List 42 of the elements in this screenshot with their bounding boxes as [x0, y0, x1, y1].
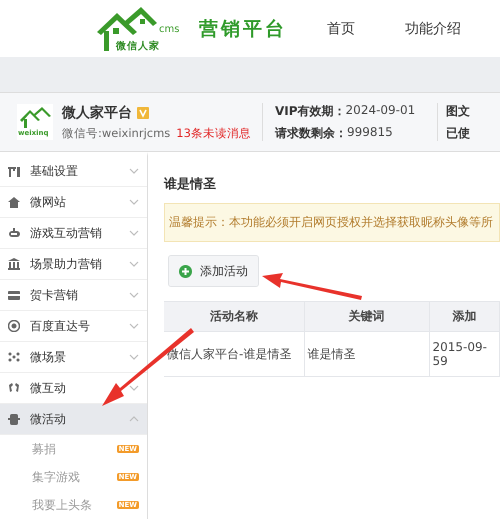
sidebar-item[interactable]: 微活动 [0, 404, 147, 435]
account-name: 微人家平台 [62, 104, 132, 122]
table-cell: 2015-09- 59 [429, 332, 500, 376]
card-icon [8, 289, 20, 301]
chevron-icon [129, 229, 139, 237]
plus-icon [179, 264, 192, 278]
notice-text: 温馨提示：本功能必须开启网页授权并选择获取昵称头像等所 [164, 203, 500, 242]
table-cell: 谁是情圣 [304, 332, 429, 376]
column-header: 添加 [429, 302, 500, 332]
platform-title: 营销平台 [199, 16, 287, 42]
bank-icon [8, 258, 20, 270]
column-header: 关键词 [304, 302, 429, 332]
scatter-icon [8, 351, 20, 363]
chevron-icon [129, 167, 139, 175]
stat-label: 图文 [446, 102, 470, 120]
chevron-icon [129, 353, 139, 361]
chevron-icon [129, 384, 139, 392]
stat-label: 已使 [446, 124, 470, 142]
chevron-icon [129, 322, 139, 330]
unread-messages-link[interactable]: 13条未读消息 [176, 126, 251, 140]
add-activity-button[interactable]: 添加活动 [168, 255, 259, 287]
stat-value: 2024-09-01 [346, 102, 416, 118]
nav-link[interactable]: 首页 [327, 20, 355, 38]
home-icon [8, 196, 20, 208]
stat-label: VIP有效期： [275, 102, 346, 120]
logo-text: 微信人家 [116, 39, 160, 52]
house-logo-icon [97, 4, 157, 52]
verified-icon [137, 106, 149, 118]
nav-link[interactable]: 功能介绍 [405, 20, 461, 38]
target-icon [8, 320, 20, 332]
wechat-id: 微信号:weixinrjcms [62, 126, 170, 140]
column-header: 活动名称 [164, 302, 304, 332]
tools-icon [8, 165, 20, 177]
stat-label: 请求数剩余： [275, 124, 347, 142]
chevron-icon [129, 291, 139, 299]
chevron-icon [129, 415, 139, 423]
page-title: 谁是情圣 [164, 176, 217, 193]
gamepad-icon [8, 227, 20, 239]
chevron-icon [129, 260, 139, 268]
stat-value: 999815 [347, 124, 393, 140]
logo-text: cms [159, 24, 180, 34]
chevron-icon [129, 198, 139, 206]
